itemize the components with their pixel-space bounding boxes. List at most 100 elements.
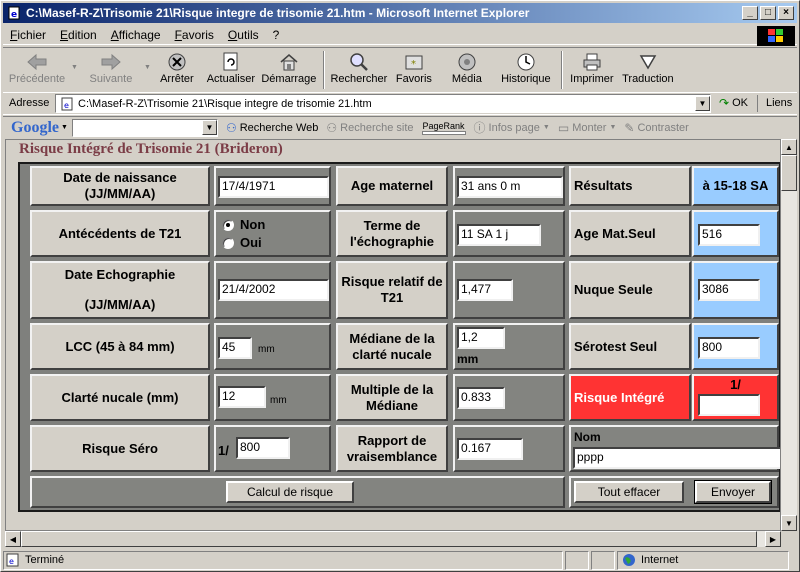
menu-edition[interactable]: Edition <box>53 28 104 42</box>
echo-label-title: Date Echographie <box>64 267 176 282</box>
address-input[interactable]: e C:\Masef-R-Z\Trisomie 21\Risque integr… <box>55 94 711 113</box>
forward-arrow-icon <box>100 51 122 73</box>
history-button[interactable]: Historique <box>495 48 557 92</box>
status-pane-1 <box>565 550 589 570</box>
back-button[interactable]: Précédente <box>3 48 71 92</box>
echo-label-format: (JJ/MM/AA) <box>84 297 156 312</box>
print-button[interactable]: Imprimer <box>567 48 617 92</box>
google-search-input[interactable]: ▼ <box>71 118 218 137</box>
integre-output[interactable]: 4785 <box>698 394 760 416</box>
back-dropdown-icon[interactable]: ▼ <box>71 64 78 71</box>
nuque-input[interactable]: 3086 <box>698 279 760 301</box>
horizontal-scrollbar[interactable]: ◀ ▶ <box>5 531 781 547</box>
stop-button[interactable]: Arrêter <box>151 48 203 92</box>
google-search-dropdown-icon[interactable]: ▼ <box>201 120 217 135</box>
radio-oui[interactable]: Oui <box>222 235 329 250</box>
radio-oui-button[interactable] <box>222 236 234 249</box>
home-button[interactable]: Démarrage <box>259 48 319 92</box>
serotest-input[interactable]: 800 <box>698 337 760 359</box>
favorites-icon: * <box>404 51 424 73</box>
go-button[interactable]: ↷ OK <box>719 96 748 110</box>
menu-affichage[interactable]: Affichage <box>104 28 168 42</box>
google-web-search-button[interactable]: ⚇ Recherche Web <box>226 121 318 135</box>
links-label[interactable]: Liens <box>766 97 792 109</box>
calc-row: Calcul de risque <box>30 476 565 508</box>
clarte-unit: mm <box>270 395 287 406</box>
effacer-button[interactable]: Tout effacer <box>574 481 684 503</box>
forward-dropdown-icon[interactable]: ▼ <box>144 64 151 71</box>
google-site-search-button[interactable]: ⚇ Recherche site <box>326 121 413 135</box>
echo-input[interactable]: 21/4/2002 <box>218 279 329 301</box>
median-cell: 1,2 mm <box>453 323 565 370</box>
menu-favoris[interactable]: Favoris <box>168 28 221 42</box>
status-zone: Internet <box>617 550 789 570</box>
age-seul-cell: 516 <box>692 210 779 257</box>
google-logo[interactable]: Google ▼ <box>11 119 68 137</box>
scroll-down-icon[interactable]: ▼ <box>781 515 797 531</box>
horizontal-scroll-thumb[interactable] <box>21 531 757 547</box>
lr-input[interactable]: 0.167 <box>457 438 523 460</box>
terme-input[interactable]: 11 SA 1 j <box>457 224 541 246</box>
refresh-icon <box>222 51 240 73</box>
serotest-cell: 800 <box>692 323 779 370</box>
binoculars-icon: ⚇ <box>225 120 237 135</box>
refresh-label: Actualiser <box>206 73 256 85</box>
print-icon <box>582 51 602 73</box>
scroll-right-icon[interactable]: ▶ <box>765 531 781 547</box>
site-search-label: Recherche site <box>340 121 414 134</box>
maximize-button[interactable]: □ <box>760 6 776 20</box>
actions-row: Tout effacer Envoyer <box>569 476 779 508</box>
menu-fichier[interactable]: Fichier <box>3 28 53 42</box>
page-info-button[interactable]: ⓘ Infos page ▼ <box>474 119 550 136</box>
search-button[interactable]: Rechercher <box>329 48 389 92</box>
lcc-unit: mm <box>258 344 275 355</box>
sa-label: à 15-18 SA <box>692 166 779 206</box>
envoyer-button[interactable]: Envoyer <box>694 480 772 504</box>
up-button[interactable]: ▭ Monter ▼ <box>558 121 617 135</box>
mom-label: Multiple de la Médiane <box>336 374 448 421</box>
globe-icon <box>622 553 636 567</box>
page-icon: e <box>59 96 75 112</box>
minimize-button[interactable]: _ <box>742 6 758 20</box>
svg-text:*: * <box>411 59 416 70</box>
favorites-button[interactable]: * Favoris <box>389 48 439 92</box>
dob-input[interactable]: 17/4/1971 <box>218 176 329 198</box>
radio-non-label: Non <box>240 217 266 232</box>
radio-non[interactable]: Non <box>222 217 329 232</box>
rr-input[interactable]: 1,477 <box>457 279 513 301</box>
age-seul-input[interactable]: 516 <box>698 224 760 246</box>
scroll-left-icon[interactable]: ◀ <box>5 531 21 547</box>
lcc-input[interactable]: 45 <box>218 337 252 359</box>
vertical-scrollbar[interactable]: ▲ ▼ <box>781 139 797 531</box>
vertical-scroll-thumb[interactable] <box>781 155 797 191</box>
favorites-label: Favoris <box>395 73 432 85</box>
standard-toolbar: Précédente ▼ Suivante ▼ Arrêter Actualis… <box>3 47 797 93</box>
address-dropdown-icon[interactable]: ▼ <box>695 96 710 111</box>
serotest-label: Sérotest Seul <box>569 323 691 370</box>
lr-cell: 0.167 <box>453 425 565 472</box>
radio-non-button[interactable] <box>222 218 234 231</box>
menu-help[interactable]: ? <box>266 28 287 42</box>
scroll-up-icon[interactable]: ▲ <box>781 139 797 155</box>
windows-logo-icon <box>757 26 795 46</box>
up-dropdown-icon: ▼ <box>609 124 617 131</box>
pagerank-indicator: PageRank <box>421 121 466 135</box>
clarte-input[interactable]: 12 <box>218 386 266 408</box>
median-input[interactable]: 1,2 <box>457 327 505 349</box>
close-button[interactable]: × <box>778 6 794 20</box>
page-info-label: Infos page <box>488 121 540 134</box>
refresh-button[interactable]: Actualiser <box>203 48 259 92</box>
contrast-button[interactable]: ✎ Contraster <box>624 121 688 135</box>
age-input[interactable]: 31 ans 0 m <box>457 176 563 198</box>
calcul-button[interactable]: Calcul de risque <box>226 481 354 503</box>
media-button[interactable]: Média <box>439 48 495 92</box>
search-label: Rechercher <box>330 73 388 85</box>
mom-input[interactable]: 0.833 <box>457 387 505 409</box>
translate-button[interactable]: Traduction <box>617 48 679 92</box>
nom-input[interactable]: pppp <box>573 447 780 469</box>
menu-outils[interactable]: Outils <box>221 28 266 42</box>
status-zone-label: Internet <box>641 554 679 566</box>
forward-button[interactable]: Suivante <box>78 48 144 92</box>
svg-text:e: e <box>9 557 14 566</box>
sero-input[interactable]: 800 <box>236 437 290 459</box>
